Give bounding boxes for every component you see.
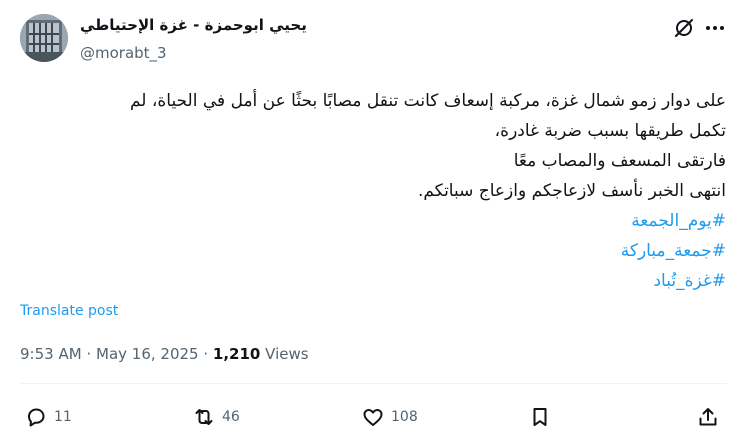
more-icon[interactable] — [703, 16, 727, 40]
post-time[interactable]: 9:53 AM — [20, 345, 82, 363]
hashtag-link[interactable]: #يوم_الجمعة — [20, 206, 726, 236]
divider — [20, 383, 727, 384]
post-body: على دوار زمو شمال غزة، مركبة إسعاف كانت … — [20, 86, 726, 296]
bookmark-icon — [533, 408, 547, 426]
bookmark-button[interactable] — [528, 404, 552, 430]
post-meta: 9:53 AM · May 16, 2025 · 1,210 Views — [20, 344, 309, 364]
meta-separator: · — [203, 345, 209, 363]
avatar[interactable] — [20, 14, 68, 62]
repost-button[interactable]: 46 — [192, 404, 240, 430]
views-count: 1,210 — [212, 345, 261, 363]
hashtag-link[interactable]: #جمعة_مباركة — [20, 236, 726, 266]
share-button[interactable] — [696, 404, 720, 430]
views-label: Views — [265, 345, 309, 363]
like-count: 108 — [391, 409, 418, 425]
like-button[interactable]: 108 — [361, 404, 418, 430]
reply-count: 11 — [54, 409, 72, 425]
repost-icon — [195, 409, 213, 425]
avatar-image — [20, 14, 68, 62]
author-display-name[interactable]: يحيي ابوحمزة - غزة الإحتياطي — [80, 15, 310, 35]
post-text-line: تكمل طريقها بسبب ضربة غادرة، — [494, 121, 726, 141]
reply-button[interactable]: 11 — [24, 404, 72, 430]
post-text-line: انتهى الخبر نأسف لازعاجكم وازعاج سباتكم. — [417, 181, 726, 201]
post-text-line: على دوار زمو شمال غزة، مركبة إسعاف كانت … — [129, 91, 726, 111]
grok-icon[interactable] — [672, 16, 696, 40]
translate-post-link[interactable]: Translate post — [20, 302, 118, 320]
like-icon — [363, 409, 383, 426]
reply-icon — [28, 408, 45, 427]
meta-separator: · — [86, 345, 92, 363]
share-icon — [699, 408, 717, 426]
post-text-line: فارتقى المسعف والمصاب معًا — [513, 151, 726, 171]
hashtag-link[interactable]: #غزة_تُباد — [20, 266, 726, 296]
author-handle[interactable]: @morabt_3 — [80, 43, 167, 63]
repost-count: 46 — [222, 409, 240, 425]
post-date[interactable]: May 16, 2025 — [96, 345, 199, 363]
